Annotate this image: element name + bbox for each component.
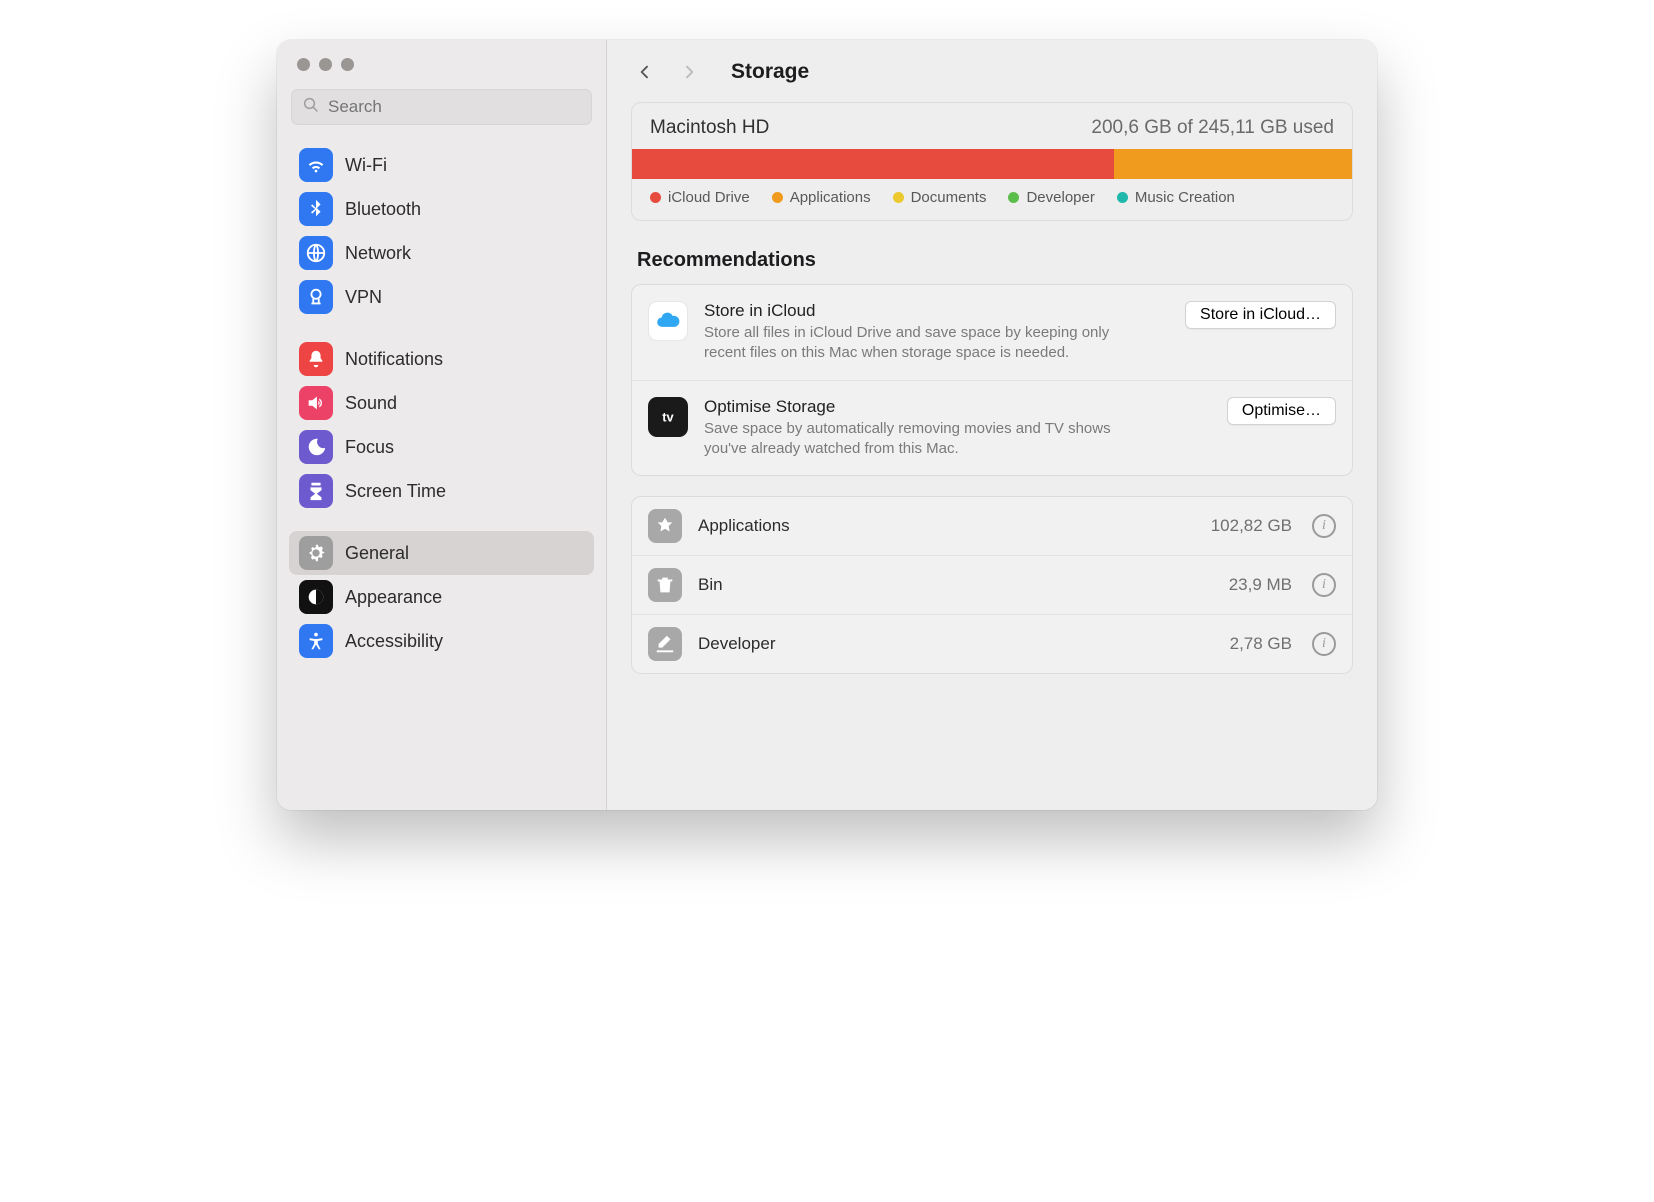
sound-icon (299, 386, 333, 420)
category-label: Developer (698, 634, 1214, 654)
sidebar-item-label: Notifications (345, 349, 443, 370)
sidebar-item-label: VPN (345, 287, 382, 308)
system-settings-window: Wi-Fi Bluetooth Network (277, 40, 1377, 810)
sidebar-item-accessibility[interactable]: Accessibility (289, 619, 594, 663)
recommendation-optimise-storage: tv Optimise Storage Save space by automa… (632, 380, 1352, 476)
category-row-bin[interactable]: Bin 23,9 MB i (632, 555, 1352, 614)
nav-back-button[interactable] (635, 62, 655, 82)
legend-dot-icon (893, 192, 904, 203)
category-row-applications[interactable]: Applications 102,82 GB i (632, 497, 1352, 555)
sidebar-item-bluetooth[interactable]: Bluetooth (289, 187, 594, 231)
legend-label: Music Creation (1135, 189, 1235, 206)
sidebar-item-label: Network (345, 243, 411, 264)
sidebar-item-screentime[interactable]: Screen Time (289, 469, 594, 513)
sidebar-item-network[interactable]: Network (289, 231, 594, 275)
nav-forward-button[interactable] (679, 62, 699, 82)
sidebar-item-appearance[interactable]: Appearance (289, 575, 594, 619)
category-size: 102,82 GB (1211, 516, 1292, 536)
sidebar-item-label: Focus (345, 437, 394, 458)
sidebar-item-label: General (345, 543, 409, 564)
sidebar: Wi-Fi Bluetooth Network (277, 40, 607, 810)
category-size: 2,78 GB (1230, 634, 1292, 654)
recommendation-description: Save space by automatically removing mov… (704, 419, 1124, 460)
screentime-icon (299, 474, 333, 508)
recommendation-store-in-icloud: Store in iCloud Store all files in iClou… (632, 285, 1352, 380)
search-icon (302, 96, 320, 119)
storage-categories-card: Applications 102,82 GB i Bin 23,9 MB i D… (631, 496, 1353, 674)
recommendation-title: Store in iCloud (704, 301, 1169, 321)
search-field[interactable] (291, 89, 592, 125)
sidebar-list: Wi-Fi Bluetooth Network (277, 143, 606, 810)
sidebar-item-sound[interactable]: Sound (289, 381, 594, 425)
recommendations-heading: Recommendations (631, 221, 1353, 284)
storage-bar (632, 149, 1352, 179)
legend-dot-icon (1008, 192, 1019, 203)
storage-bar-segment-icloud (632, 149, 1114, 179)
category-row-developer[interactable]: Developer 2,78 GB i (632, 614, 1352, 673)
disk-used-text: 200,6 GB of 245,11 GB used (1091, 117, 1334, 139)
close-window-button[interactable] (297, 58, 310, 71)
sidebar-item-label: Screen Time (345, 481, 446, 502)
svg-text:tv: tv (662, 409, 674, 424)
titlebar: Storage (631, 56, 1353, 102)
legend-item-applications: Applications (772, 189, 871, 206)
developer-icon (648, 627, 682, 661)
general-icon (299, 536, 333, 570)
minimize-window-button[interactable] (319, 58, 332, 71)
sidebar-item-vpn[interactable]: VPN (289, 275, 594, 319)
disk-usage-card: Macintosh HD 200,6 GB of 245,11 GB used … (631, 102, 1353, 221)
wifi-icon (299, 148, 333, 182)
storage-legend: iCloud Drive Applications Documents Develop… (632, 179, 1352, 220)
store-in-icloud-button[interactable]: Store in iCloud… (1185, 301, 1336, 329)
info-button[interactable]: i (1312, 573, 1336, 597)
accessibility-icon (299, 624, 333, 658)
sidebar-item-focus[interactable]: Focus (289, 425, 594, 469)
category-label: Bin (698, 575, 1213, 595)
network-icon (299, 236, 333, 270)
sidebar-item-label: Accessibility (345, 631, 443, 652)
info-button[interactable]: i (1312, 632, 1336, 656)
recommendations-card: Store in iCloud Store all files in iClou… (631, 284, 1353, 476)
zoom-window-button[interactable] (341, 58, 354, 71)
legend-label: Documents (911, 189, 987, 206)
icloud-icon (648, 301, 688, 341)
sidebar-item-label: Bluetooth (345, 199, 421, 220)
sidebar-item-general[interactable]: General (289, 531, 594, 575)
storage-bar-segment-applications (1114, 149, 1352, 179)
content-pane: Storage Macintosh HD 200,6 GB of 245,11 … (607, 40, 1377, 810)
legend-item-music: Music Creation (1117, 189, 1235, 206)
legend-label: Developer (1026, 189, 1094, 206)
bluetooth-icon (299, 192, 333, 226)
search-input[interactable] (328, 97, 581, 117)
recommendation-title: Optimise Storage (704, 397, 1211, 417)
legend-dot-icon (772, 192, 783, 203)
focus-icon (299, 430, 333, 464)
bin-icon (648, 568, 682, 602)
sidebar-item-label: Sound (345, 393, 397, 414)
applications-icon (648, 509, 682, 543)
appletv-icon: tv (648, 397, 688, 437)
legend-item-documents: Documents (893, 189, 987, 206)
legend-label: Applications (790, 189, 871, 206)
legend-dot-icon (650, 192, 661, 203)
appearance-icon (299, 580, 333, 614)
category-label: Applications (698, 516, 1195, 536)
category-size: 23,9 MB (1229, 575, 1292, 595)
sidebar-item-label: Appearance (345, 587, 442, 608)
sidebar-item-wifi[interactable]: Wi-Fi (289, 143, 594, 187)
page-title: Storage (731, 60, 809, 84)
sidebar-item-label: Wi-Fi (345, 155, 387, 176)
notifications-icon (299, 342, 333, 376)
window-controls (277, 52, 606, 89)
disk-name: Macintosh HD (650, 117, 769, 139)
vpn-icon (299, 280, 333, 314)
sidebar-item-notifications[interactable]: Notifications (289, 337, 594, 381)
optimise-button[interactable]: Optimise… (1227, 397, 1336, 425)
legend-item-developer: Developer (1008, 189, 1094, 206)
recommendation-description: Store all files in iCloud Drive and save… (704, 323, 1124, 364)
legend-item-icloud: iCloud Drive (650, 189, 750, 206)
legend-dot-icon (1117, 192, 1128, 203)
legend-label: iCloud Drive (668, 189, 750, 206)
info-button[interactable]: i (1312, 514, 1336, 538)
